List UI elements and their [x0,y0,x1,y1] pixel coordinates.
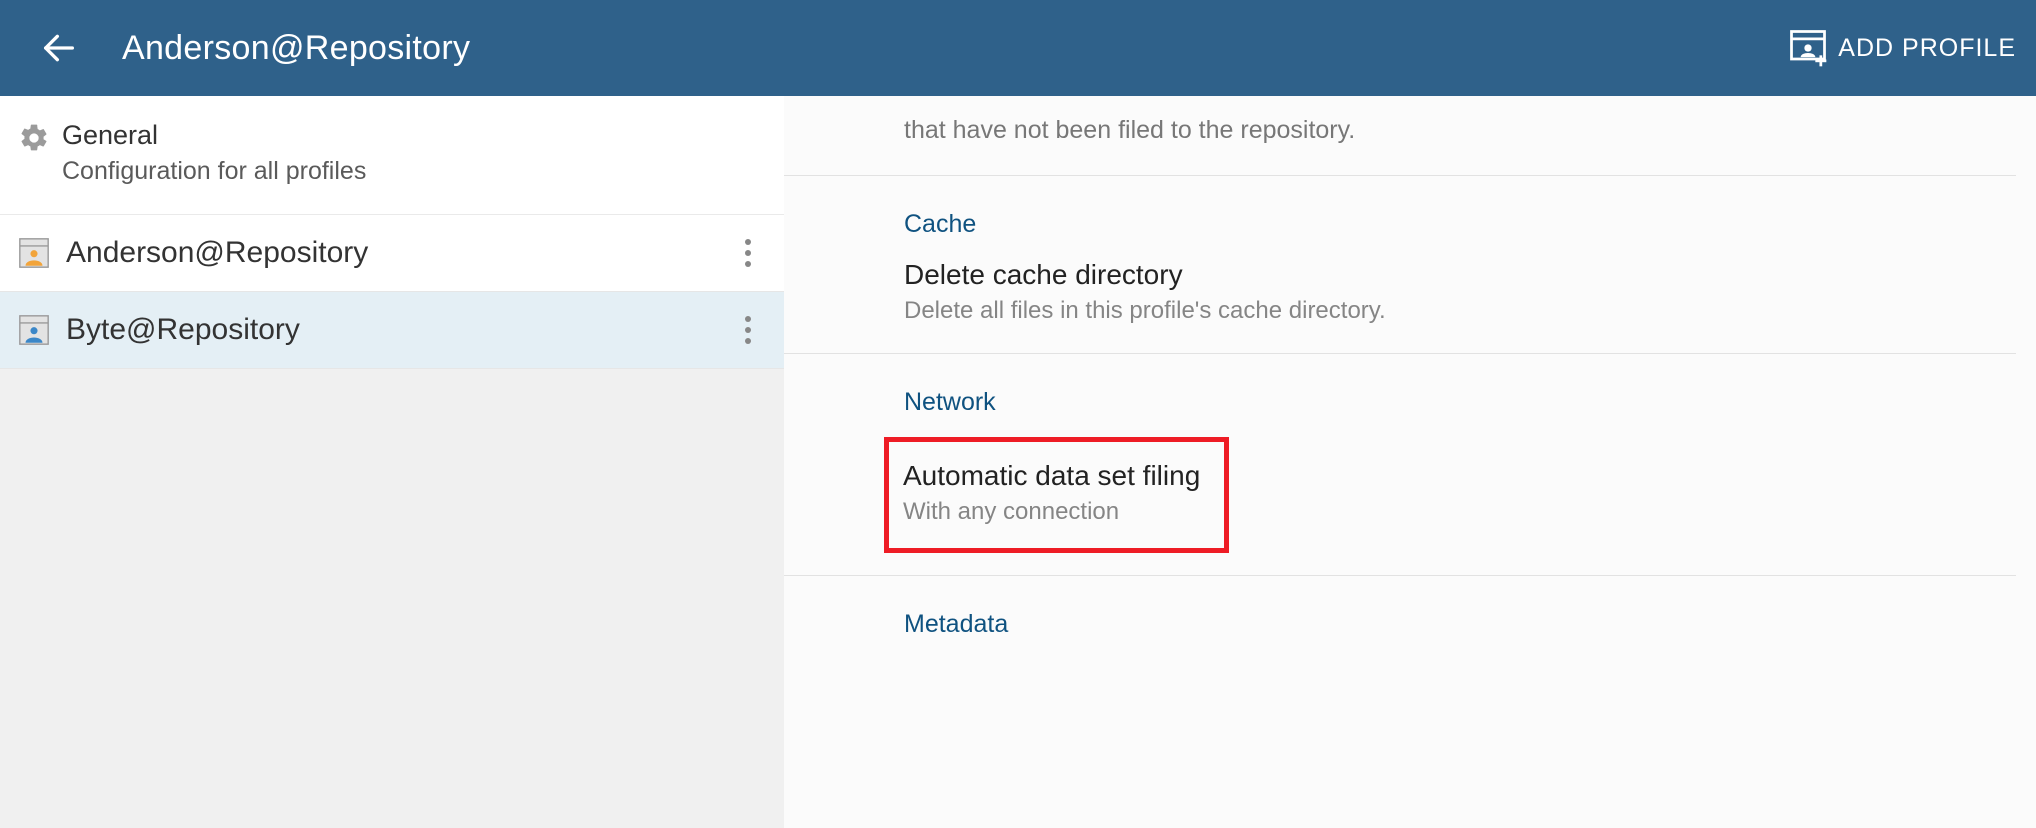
more-vertical-icon [744,238,752,268]
arrow-left-icon [39,28,79,68]
general-settings-item[interactable]: General Configuration for all profiles [0,96,784,215]
section-heading-network: Network [904,354,2016,437]
setting-subtitle: With any connection [903,498,1214,526]
profile-label: Byte@Repository [66,313,728,347]
setting-subtitle: Delete all files in this profile's cache… [904,297,2016,325]
profile-item-anderson[interactable]: Anderson@Repository [0,215,784,292]
delete-cache-item[interactable]: Delete cache directory Delete all files … [904,259,2016,353]
profile-list-panel: General Configuration for all profiles A… [0,96,784,828]
gear-icon [16,120,52,156]
general-title: General [62,120,366,151]
profile-icon [16,312,52,348]
add-profile-button[interactable]: ADD PROFILE [1786,26,2016,70]
section-heading-cache: Cache [904,176,2016,259]
profile-item-byte[interactable]: Byte@Repository [0,292,784,369]
profile-more-button[interactable] [728,238,768,268]
profile-more-button[interactable] [728,315,768,345]
automatic-filing-item[interactable]: Automatic data set filing With any conne… [903,460,1214,526]
truncated-description: that have not been filed to the reposito… [904,96,2016,175]
highlight-annotation: Automatic data set filing With any conne… [884,437,1229,553]
back-button[interactable] [24,13,94,83]
general-subtitle: Configuration for all profiles [62,157,366,186]
settings-detail-panel: that have not been filed to the reposito… [784,96,2036,828]
setting-title: Automatic data set filing [903,460,1214,492]
add-profile-label: ADD PROFILE [1838,34,2016,63]
profile-icon [16,235,52,271]
page-title: Anderson@Repository [122,29,470,68]
app-header: Anderson@Repository ADD PROFILE [0,0,2036,96]
profile-label: Anderson@Repository [66,236,728,270]
add-profile-icon [1786,26,1830,70]
more-vertical-icon [744,315,752,345]
section-heading-metadata: Metadata [904,576,2016,659]
setting-title: Delete cache directory [904,259,2016,291]
